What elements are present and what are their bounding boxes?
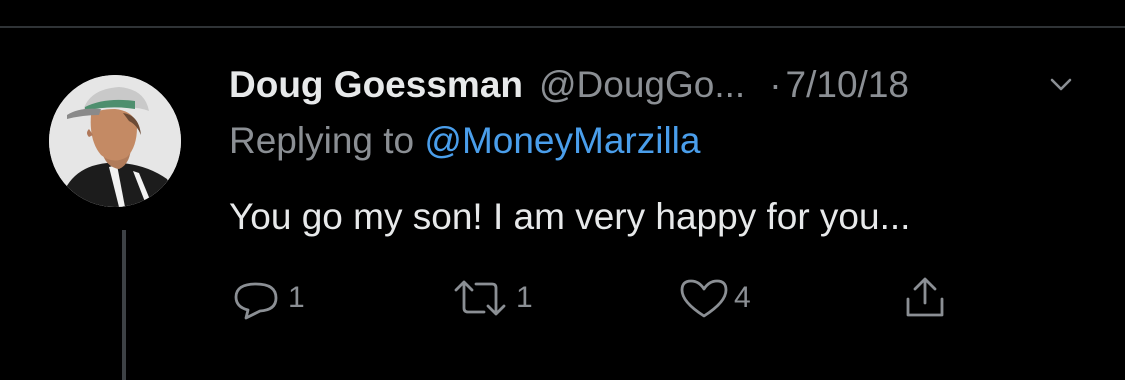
avatar[interactable] (49, 75, 181, 207)
chevron-down-icon[interactable] (1044, 72, 1078, 98)
avatar-image (49, 75, 181, 207)
tweet-text: You go my son! I am very happy for you..… (229, 196, 911, 237)
replying-to-label: Replying to (229, 120, 415, 161)
like-count: 4 (734, 281, 751, 314)
top-divider (0, 26, 1125, 28)
author-name[interactable]: Doug Goessman (229, 64, 523, 106)
share-button[interactable] (902, 276, 948, 320)
separator-dot: · (769, 64, 782, 105)
reply-button[interactable]: 1 (228, 276, 305, 320)
reply-mention-link[interactable]: @MoneyMarzilla (424, 120, 700, 161)
author-handle[interactable]: @DougGo... (539, 64, 745, 106)
replying-to: Replying to @MoneyMarzilla (229, 120, 700, 162)
reply-icon (234, 282, 278, 320)
reply-count: 1 (288, 281, 305, 314)
retweet-button[interactable]: 1 (448, 276, 533, 320)
heart-icon (680, 279, 728, 318)
retweet-icon (454, 280, 506, 316)
tweet-header: Doug Goessman @DougGo... · 7/10/18 (229, 62, 909, 108)
retweet-count: 1 (516, 281, 533, 314)
thread-line (122, 230, 126, 380)
tweet-date[interactable]: 7/10/18 (786, 64, 909, 106)
share-icon (906, 277, 944, 317)
like-button[interactable]: 4 (678, 276, 751, 320)
